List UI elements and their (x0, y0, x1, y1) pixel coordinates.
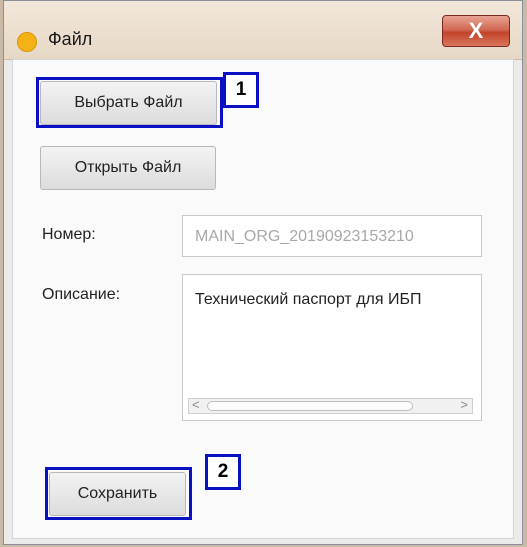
scrollbar-thumb[interactable] (207, 401, 413, 411)
highlight-frame-save (45, 467, 192, 520)
window-title: Файл (48, 29, 93, 49)
file-dialog-window: Файл X Выбрать Файл 1 Открыть Файл Номер… (3, 0, 523, 545)
close-icon: X (468, 18, 484, 43)
description-label: Описание: (42, 286, 121, 303)
app-icon (17, 32, 37, 52)
horizontal-scrollbar[interactable]: < > (188, 397, 473, 414)
scroll-right-arrow-icon[interactable]: > (460, 397, 468, 412)
dialog-content: Выбрать Файл 1 Открыть Файл Номер: MAIN_… (12, 59, 514, 539)
open-file-button[interactable]: Открыть Файл (40, 146, 216, 190)
callout-marker-2: 2 (205, 454, 241, 490)
highlight-frame-select-file (36, 77, 223, 128)
callout-marker-1: 1 (223, 72, 259, 108)
description-textarea[interactable]: Технический паспорт для ИБП < > (182, 274, 482, 421)
number-field[interactable]: MAIN_ORG_20190923153210 (182, 215, 482, 257)
close-button[interactable]: X (442, 15, 510, 47)
scroll-left-arrow-icon[interactable]: < (192, 397, 200, 412)
title-bar[interactable]: Файл X (4, 1, 522, 60)
number-field-value: MAIN_ORG_20190923153210 (195, 228, 414, 245)
number-label: Номер: (42, 226, 96, 243)
description-text: Технический паспорт для ИБП (195, 291, 422, 308)
